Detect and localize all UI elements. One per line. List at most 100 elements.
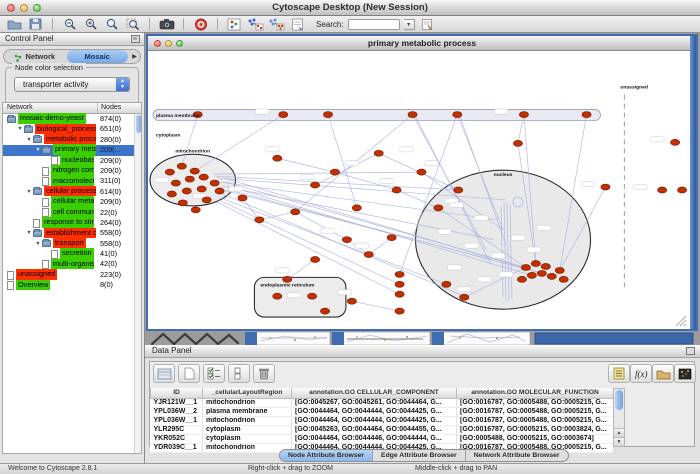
- network-node[interactable]: [387, 235, 396, 241]
- node-attribute-table[interactable]: ID_cellularLayoutRegionannotation.GO CEL…: [150, 388, 614, 453]
- delete-attribute-icon[interactable]: [253, 364, 275, 383]
- expand-arrow-icon[interactable]: ▼: [34, 145, 42, 155]
- tree-scrollbar[interactable]: [134, 114, 141, 453]
- zoom-selected-region-icon[interactable]: [124, 17, 141, 31]
- network-view-window[interactable]: primary metabolic process plasma membran…: [146, 34, 698, 331]
- network-node[interactable]: [374, 150, 383, 156]
- expand-arrow-icon[interactable]: ▼: [25, 228, 33, 238]
- data-panel-float-icon[interactable]: [686, 347, 695, 355]
- network-window-titlebar[interactable]: primary metabolic process: [148, 36, 696, 51]
- table-row[interactable]: YPL036W__1mitochondrion[GO:0044464, GO:0…: [151, 416, 614, 425]
- network-view-icon[interactable]: [226, 17, 243, 31]
- network-node[interactable]: [527, 272, 536, 278]
- network-node[interactable]: [311, 182, 320, 188]
- network-node[interactable]: [347, 298, 356, 304]
- network-node[interactable]: [658, 187, 667, 193]
- network-node[interactable]: [531, 260, 540, 266]
- select-attributes-icon[interactable]: [203, 364, 225, 383]
- network-node[interactable]: [555, 267, 564, 273]
- network-node[interactable]: [291, 209, 300, 215]
- table-row[interactable]: YKR052Ccytoplasm[GO:0044464, GO:0044446,…: [151, 434, 614, 443]
- table-row[interactable]: YJR121W__1mitochondrion[GO:0045267, GO:0…: [151, 398, 614, 407]
- network-node[interactable]: [559, 276, 568, 282]
- network-node[interactable]: [342, 237, 351, 243]
- network-window-zoom-button[interactable]: [176, 40, 183, 47]
- open-session-icon[interactable]: [6, 17, 23, 31]
- zoom-button[interactable]: [33, 4, 41, 12]
- network-node[interactable]: [320, 308, 329, 314]
- network-node[interactable]: [517, 276, 526, 282]
- network-node[interactable]: [308, 293, 317, 299]
- tab-node-attribute-browser[interactable]: Node Attribute Browser: [280, 450, 373, 461]
- network-node[interactable]: [408, 112, 417, 118]
- network-node[interactable]: [395, 308, 404, 314]
- attribute-list-icon[interactable]: [608, 364, 630, 383]
- network-node[interactable]: [521, 264, 530, 270]
- expand-arrow-icon[interactable]: ▼: [34, 239, 42, 249]
- network-node[interactable]: [395, 271, 404, 277]
- network-node[interactable]: [395, 291, 404, 297]
- network-node[interactable]: [364, 252, 373, 258]
- help-icon[interactable]: [192, 17, 209, 31]
- network-node[interactable]: [199, 174, 208, 180]
- network-node[interactable]: [311, 257, 320, 263]
- scroll-up-icon[interactable]: ▲: [614, 428, 624, 437]
- formula-icon[interactable]: f(x): [630, 364, 652, 383]
- network-node[interactable]: [279, 112, 288, 118]
- tab-edge-attribute-browser[interactable]: Edge Attribute Browser: [373, 450, 466, 461]
- network-node[interactable]: [677, 187, 686, 193]
- network-node[interactable]: [395, 281, 404, 287]
- network-node[interactable]: [537, 270, 546, 276]
- table-row[interactable]: YLR295Ccytoplasm[GO:0045263, GO:0044464,…: [151, 425, 614, 434]
- network-node[interactable]: [454, 187, 463, 193]
- close-button[interactable]: [7, 4, 15, 12]
- table-column-header[interactable]: annotation.GO CELLULAR_COMPONENT: [292, 388, 457, 398]
- attribute-columns-icon[interactable]: [228, 364, 250, 383]
- network-node[interactable]: [601, 184, 610, 190]
- network-node[interactable]: [323, 112, 332, 118]
- network-node[interactable]: [417, 169, 426, 175]
- expand-arrow-icon[interactable]: ▼: [16, 124, 24, 134]
- network-node[interactable]: [460, 294, 469, 300]
- network-node[interactable]: [453, 112, 462, 118]
- table-column-header[interactable]: _cellularLayoutRegion: [203, 388, 292, 398]
- network-node[interactable]: [442, 281, 451, 287]
- new-network-from-selection-1-icon[interactable]: [247, 17, 264, 31]
- network-node[interactable]: [185, 176, 194, 182]
- tab-network[interactable]: Network: [4, 50, 66, 63]
- table-column-header[interactable]: annotation.GO MOLECULAR_FUNCTION: [457, 388, 614, 398]
- table-row[interactable]: YPL036W__2plasma membrane[GO:0044464, GO…: [151, 407, 614, 416]
- network-node[interactable]: [255, 217, 264, 223]
- network-node[interactable]: [273, 293, 282, 299]
- network-node[interactable]: [191, 207, 200, 213]
- expand-arrow-icon[interactable]: ▼: [25, 187, 33, 197]
- network-node[interactable]: [210, 180, 219, 186]
- data-panel-scrollbar[interactable]: ▲ ▼: [613, 388, 625, 447]
- network-node[interactable]: [171, 180, 180, 186]
- tree-row[interactable]: Overview8(0): [3, 280, 141, 290]
- search-input[interactable]: [348, 19, 400, 30]
- network-node[interactable]: [671, 139, 680, 145]
- network-window-close-button[interactable]: [154, 40, 161, 47]
- network-node[interactable]: [273, 155, 282, 161]
- tab-scroll-right-icon[interactable]: ▶: [129, 53, 140, 60]
- node-color-dropdown[interactable]: transporter activity ▲▼: [14, 77, 130, 92]
- data-panel-scrollbar-thumb[interactable]: [615, 390, 623, 410]
- new-attribute-icon[interactable]: [178, 364, 200, 383]
- network-node[interactable]: [202, 197, 211, 203]
- zoom-in-icon[interactable]: [82, 17, 99, 31]
- network-node[interactable]: [352, 205, 361, 211]
- network-node[interactable]: [190, 168, 199, 174]
- network-window-minimize-button[interactable]: [165, 40, 172, 47]
- zoom-out-icon[interactable]: [61, 17, 78, 31]
- network-node[interactable]: [283, 276, 292, 282]
- network-node[interactable]: [167, 191, 176, 197]
- window-resize-grip[interactable]: [684, 324, 686, 326]
- attribute-table-icon[interactable]: [153, 364, 175, 383]
- network-node[interactable]: [582, 112, 591, 118]
- new-network-from-selection-2-icon[interactable]: [268, 17, 285, 31]
- network-node[interactable]: [392, 187, 401, 193]
- network-node[interactable]: [182, 188, 191, 194]
- annotation-icon[interactable]: [419, 17, 436, 31]
- zoom-fit-icon[interactable]: [103, 17, 120, 31]
